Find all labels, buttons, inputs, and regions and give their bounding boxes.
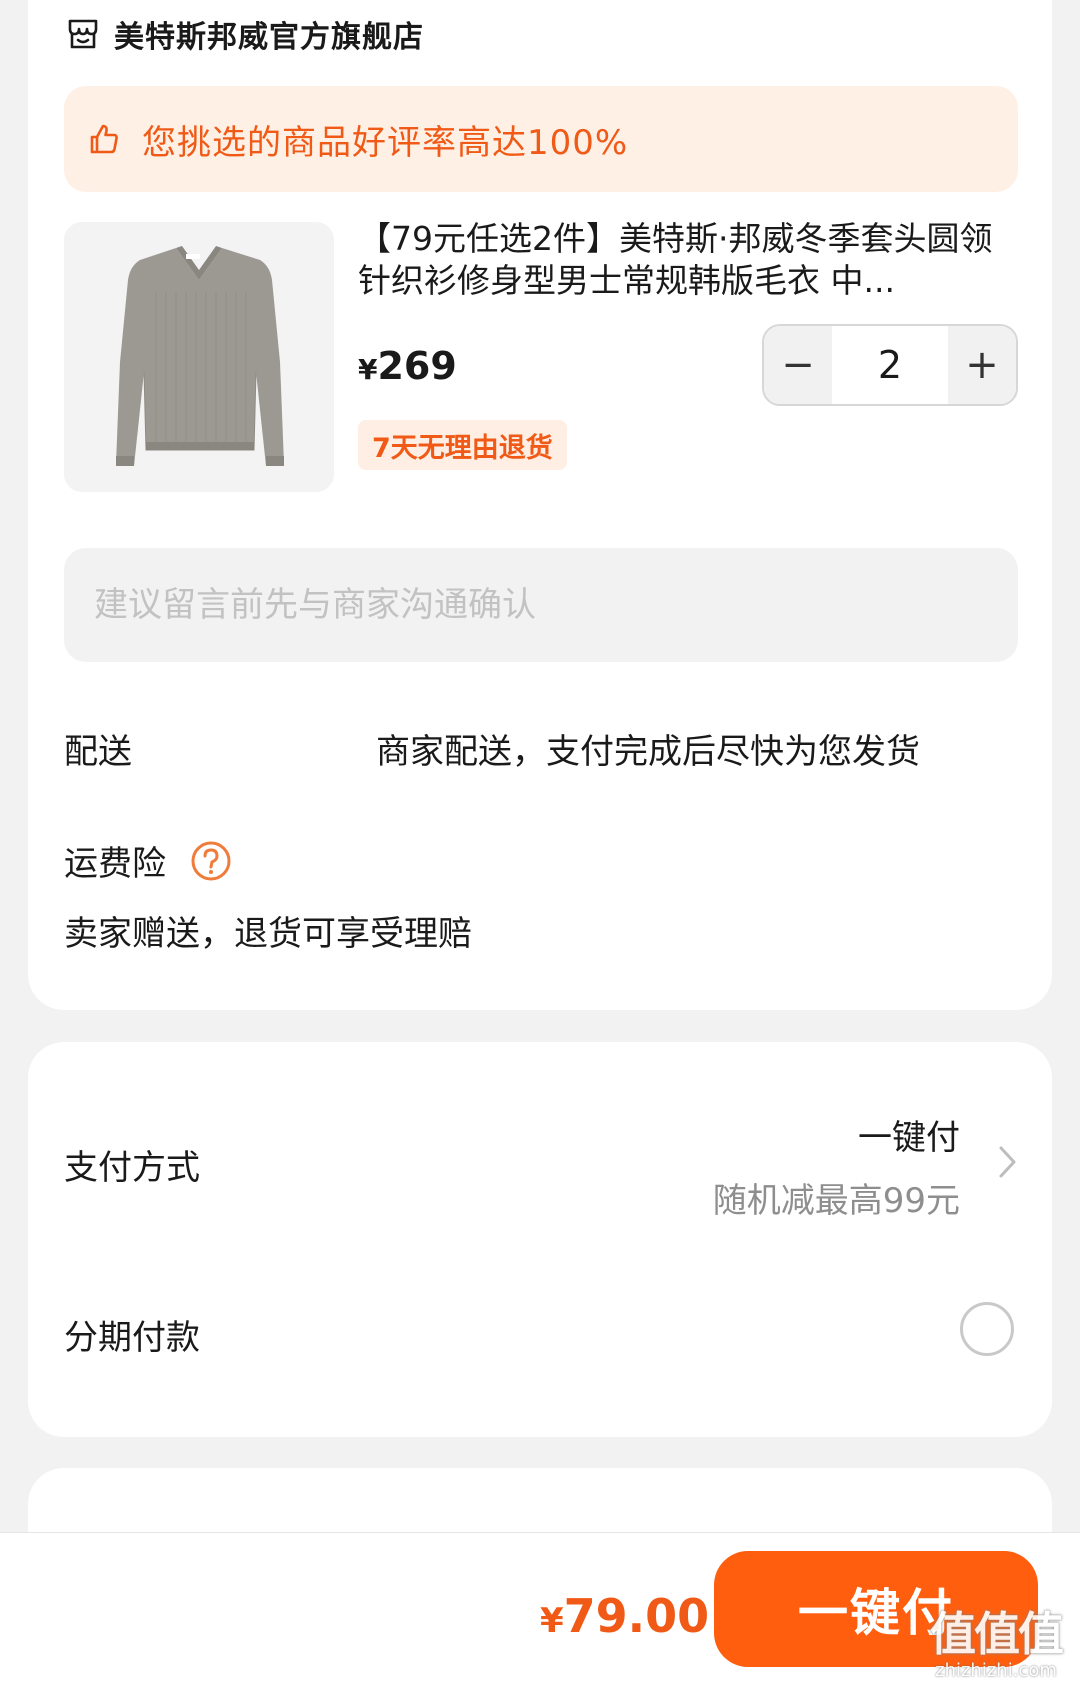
total-value: 79.00 — [563, 1589, 710, 1643]
installment-label: 分期付款 — [64, 1318, 200, 1358]
quantity-stepper: − 2 + — [762, 324, 1018, 406]
sweater-image — [64, 222, 334, 492]
delivery-label: 配送 — [64, 732, 132, 772]
watermark: 值值值 zhizhizhi.com — [930, 1598, 1064, 1681]
checkout-page: 美特斯邦威官方旗舰店 您挑选的商品好评率高达100% 【79元任选2件】美特斯·… — [0, 0, 1080, 1685]
total-price: ¥79.00 — [540, 1589, 709, 1643]
bottom-checkout-bar: ¥79.00 一键付 — [0, 1532, 1080, 1685]
return-policy-badge: 7天无理由退货 — [358, 420, 567, 470]
store-header[interactable]: 美特斯邦威官方旗舰店 — [66, 14, 424, 55]
thumb-up-icon — [90, 124, 118, 154]
product-title[interactable]: 【79元任选2件】美特斯·邦威冬季套头圆领针织衫修身型男士常规韩版毛衣 中... — [358, 218, 1018, 302]
product-price: ¥269 — [358, 344, 457, 388]
shipping-insurance-row: 运费险 — [64, 836, 232, 885]
payment-method-selector[interactable]: 一键付 随机减最高99元 — [713, 1110, 960, 1222]
shipping-insurance-value: 卖家赠送，退货可享受理赔 — [64, 914, 472, 954]
rating-banner-text: 您挑选的商品好评率高达100% — [142, 122, 629, 163]
delivery-value: 商家配送，支付完成后尽快为您发货 — [376, 732, 920, 772]
installment-radio[interactable] — [960, 1302, 1014, 1356]
store-name: 美特斯邦威官方旗舰店 — [114, 20, 424, 55]
watermark-url: zhizhizhi.com — [935, 1660, 1057, 1681]
payment-promo: 随机减最高99元 — [712, 1181, 960, 1221]
price-currency: ¥ — [358, 353, 378, 386]
note-input[interactable] — [64, 548, 1018, 662]
payment-method-name: 一键付 — [858, 1118, 960, 1158]
price-value: 269 — [377, 344, 457, 388]
watermark-chars: 值值值 — [930, 1607, 1064, 1661]
product-image[interactable] — [64, 222, 334, 492]
store-icon — [68, 19, 98, 49]
payment-card — [28, 1042, 1052, 1437]
help-icon[interactable] — [190, 840, 232, 882]
payment-method-label: 支付方式 — [64, 1148, 200, 1188]
increment-button[interactable]: + — [948, 326, 1016, 404]
shipping-insurance-label: 运费险 — [64, 844, 166, 884]
total-currency: ¥ — [540, 1601, 564, 1641]
rating-banner: 您挑选的商品好评率高达100% — [64, 86, 1018, 192]
chevron-right-icon[interactable] — [992, 1142, 1022, 1182]
decrement-button[interactable]: − — [764, 326, 832, 404]
quantity-value[interactable]: 2 — [832, 326, 948, 404]
